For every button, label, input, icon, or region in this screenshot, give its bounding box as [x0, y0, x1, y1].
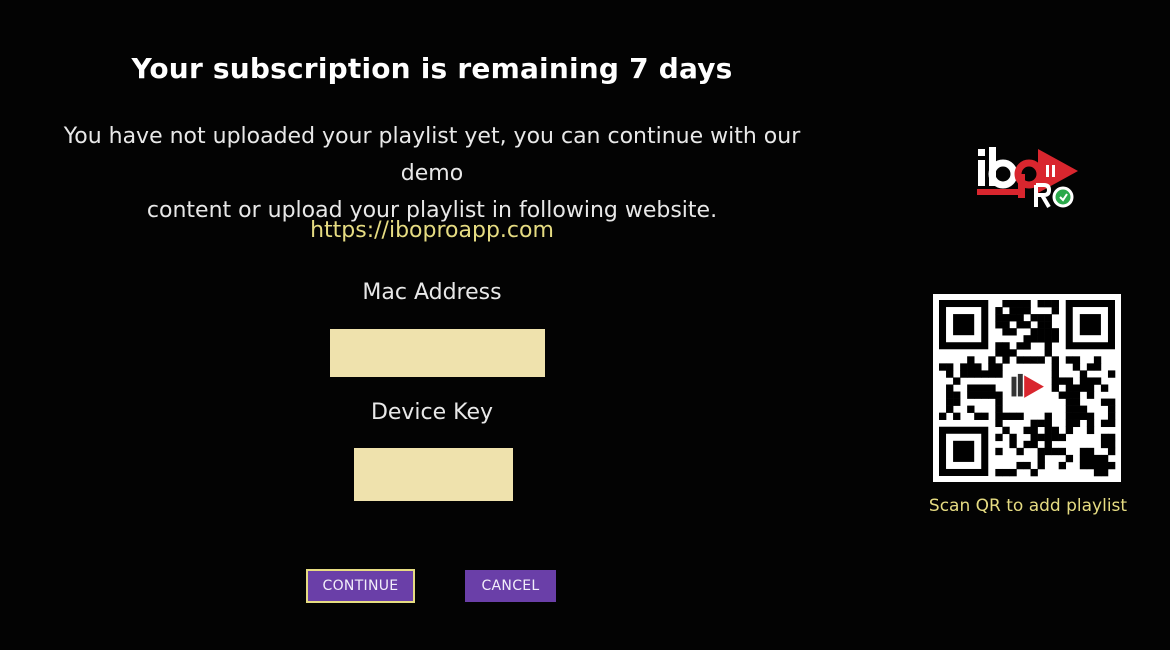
subscription-title: Your subscription is remaining 7 days: [131, 52, 733, 85]
qr-caption: Scan QR to add playlist: [928, 496, 1128, 516]
qr-code-graphic: [939, 300, 1116, 477]
cancel-button[interactable]: CANCEL: [465, 570, 556, 602]
qr-code-icon: [933, 294, 1121, 482]
activation-screen: Your subscription is remaining 7 days Yo…: [0, 0, 1170, 650]
mac-address-value: [330, 329, 545, 377]
continue-button[interactable]: CONTINUE: [306, 569, 415, 603]
website-url: https://iboproapp.com: [310, 218, 554, 243]
device-key-value: [354, 448, 513, 501]
message-line-1: You have not uploaded your playlist yet,…: [63, 124, 801, 186]
subscription-message: You have not uploaded your playlist yet,…: [30, 118, 834, 229]
ibo-pro-logo-graphic: [977, 147, 1078, 209]
mac-address-label: Mac Address: [362, 280, 502, 305]
ibo-pro-logo: [974, 141, 1086, 213]
device-key-label: Device Key: [370, 400, 494, 425]
